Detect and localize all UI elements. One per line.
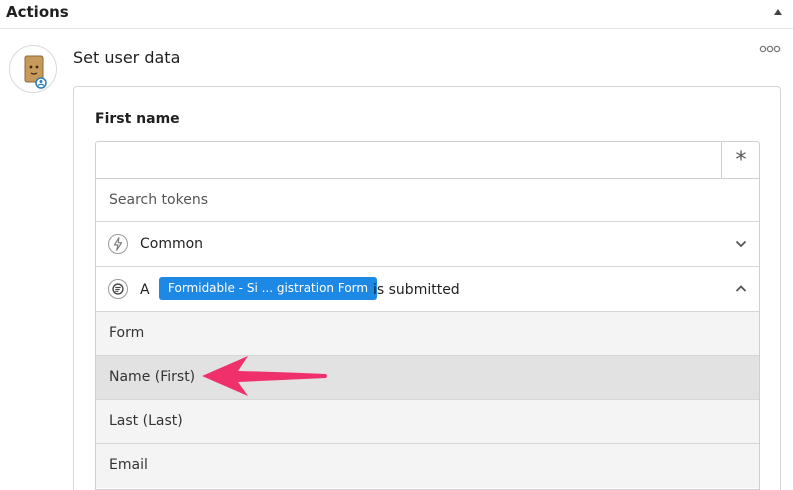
search-tokens-input[interactable] [96, 179, 759, 222]
first-name-label: First name [95, 111, 180, 127]
action-avatar [9, 45, 57, 93]
token-group-label: Common [140, 236, 204, 252]
first-name-field: * [95, 141, 760, 179]
token-item-label: Last (Last) [109, 413, 183, 429]
actions-header: Actions [0, 0, 793, 29]
chevron-down-icon [735, 240, 747, 248]
token-dropdown: Common A Formidable - Si ... gistration … [95, 178, 760, 490]
trigger-prefix: A [140, 282, 150, 298]
actions-title: Actions [6, 3, 69, 21]
token-group-form-submitted[interactable]: A Formidable - Si ... gistration Form is… [96, 267, 759, 312]
token-group-common[interactable]: Common [96, 223, 759, 267]
action-title: Set user data [73, 48, 181, 67]
token-item-last[interactable]: Last (Last) [96, 400, 759, 444]
token-item-label: Form [109, 325, 145, 341]
token-item-email[interactable]: Email [96, 444, 759, 488]
wordpress-user-icon [24, 55, 47, 89]
chevron-up-icon [735, 285, 747, 292]
token-item-name-first[interactable]: Name (First) [96, 356, 759, 400]
formidable-icon [108, 279, 128, 299]
insert-token-button[interactable]: * [722, 142, 760, 178]
pointer-arrow-icon [202, 356, 327, 396]
lightning-bolt-icon [108, 234, 128, 254]
token-item-label: Name (First) [109, 369, 196, 385]
more-options-icon[interactable] [759, 44, 781, 54]
token-item-form[interactable]: Form [96, 312, 759, 356]
triangle-up-icon[interactable] [773, 7, 783, 17]
trigger-suffix: is submitted [373, 282, 460, 298]
first-name-input[interactable] [96, 142, 721, 178]
form-name-badge: Formidable - Si ... gistration Form [159, 277, 378, 300]
token-item-label: Email [109, 457, 148, 473]
